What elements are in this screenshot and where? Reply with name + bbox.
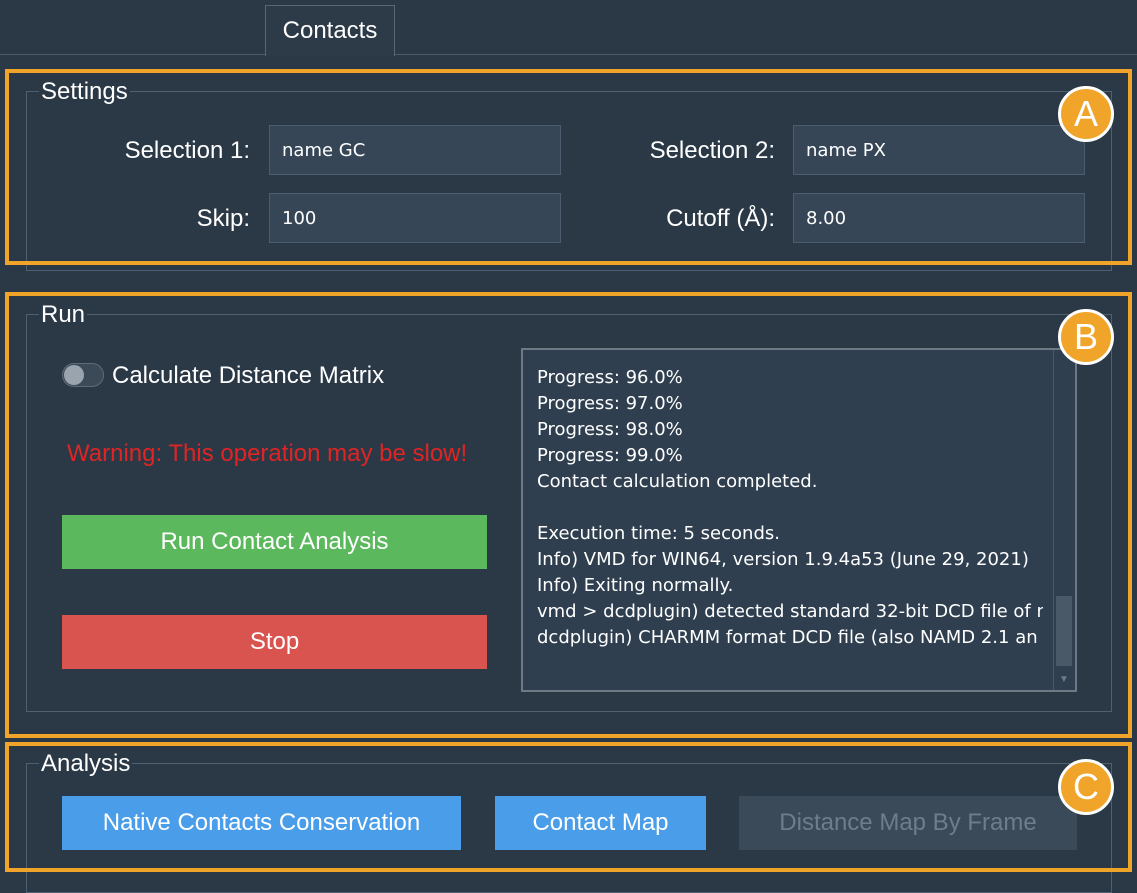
tab-bar bbox=[0, 0, 1137, 56]
annotation-badge-b: B bbox=[1058, 309, 1114, 365]
tab-bar-divider bbox=[0, 54, 1137, 55]
annotation-box-c bbox=[5, 742, 1132, 872]
tab-active-indicator bbox=[266, 54, 394, 56]
annotation-badge-a: A bbox=[1058, 86, 1114, 142]
annotation-box-b bbox=[5, 292, 1132, 738]
tab-contacts[interactable]: Contacts bbox=[265, 5, 395, 56]
annotation-box-a bbox=[5, 69, 1132, 265]
annotation-badge-c: C bbox=[1058, 759, 1114, 815]
